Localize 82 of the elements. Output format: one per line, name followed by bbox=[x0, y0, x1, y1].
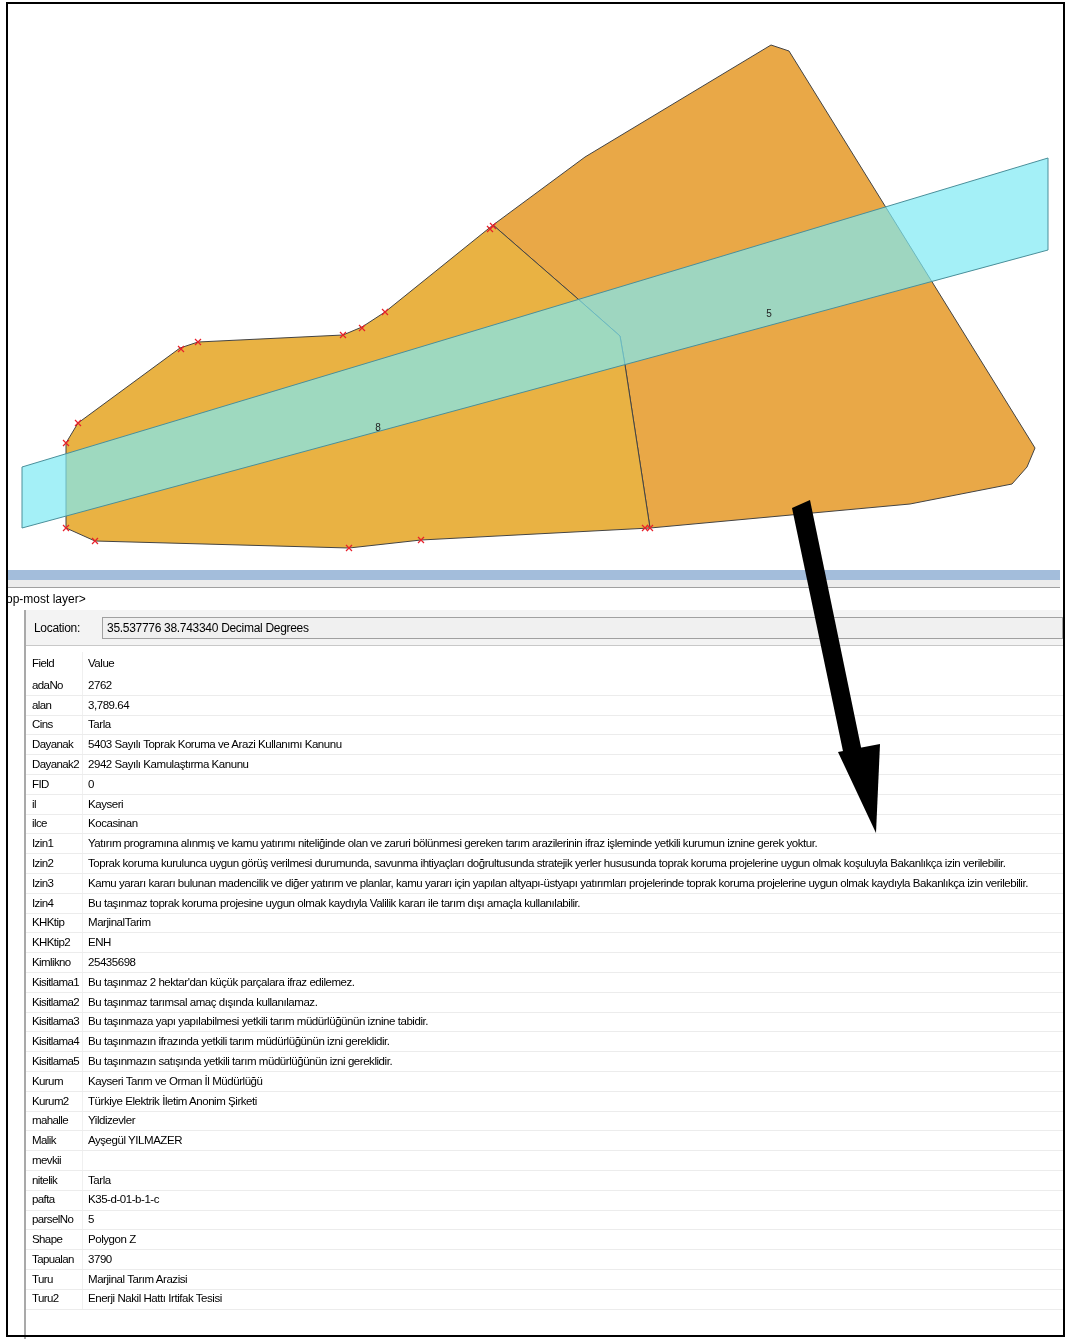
field-name: Kisitlama1 bbox=[32, 974, 80, 990]
field-name: mevkii bbox=[32, 1152, 61, 1168]
field-name: alan bbox=[32, 697, 52, 713]
field-name: Kisitlama2 bbox=[32, 994, 80, 1010]
field-value: Enerji Nakil Hattı Irtifak Tesisi bbox=[88, 1291, 222, 1307]
field-value: Bu taşınmazın ifrazında yetkili tarım müdürlüğünün izni gereklidir. bbox=[88, 1034, 390, 1050]
field-value: Tarla bbox=[88, 1172, 111, 1188]
field-name: adaNo bbox=[32, 677, 63, 693]
field-value: MarjinalTarim bbox=[88, 915, 151, 931]
column-header: Value bbox=[88, 656, 115, 672]
field-value: Kayseri bbox=[88, 796, 124, 812]
field-name: Izin4 bbox=[32, 895, 54, 911]
field-name: Malik bbox=[32, 1133, 56, 1149]
field-value: K35-d-01-b-1-c bbox=[88, 1192, 160, 1208]
parcel-label: 8 bbox=[375, 422, 381, 433]
field-value: Yildizevler bbox=[88, 1113, 136, 1129]
field-value: Bu taşınmaz toprak koruma projesine uygun olmak kaydıyla Valilik kararı ile tarım dışı amaçla kullanılabilir. bbox=[88, 895, 581, 911]
location-label: Location: bbox=[34, 619, 80, 637]
vertex-mark bbox=[177, 345, 185, 353]
field-name: KHKtip2 bbox=[32, 935, 70, 951]
layer-dropdown[interactable]: op-most layer> bbox=[6, 590, 86, 608]
field-name: Kisitlama4 bbox=[32, 1034, 80, 1050]
field-value: 0 bbox=[88, 776, 94, 792]
field-value: ENH bbox=[88, 935, 111, 951]
field-value: 5403 Sayılı Toprak Koruma ve Arazi Kullanımı Kanunu bbox=[88, 737, 342, 753]
field-name: KHKtip bbox=[32, 915, 65, 931]
field-value: Bu taşınmaz tarımsal amaç dışında kullanılamaz. bbox=[88, 994, 318, 1010]
field-name: Kisitlama3 bbox=[32, 1014, 80, 1030]
field-name: Izin1 bbox=[32, 836, 54, 852]
field-value: 3790 bbox=[88, 1251, 112, 1267]
field-value: Bu taşınmazın satışında yetkili tarım müdürlüğünün izni gereklidir. bbox=[88, 1053, 393, 1069]
field-value: Bu taşınmaz 2 hektar'dan küçük parçalara ifraz edilemez. bbox=[88, 974, 355, 990]
location-field[interactable]: 35.537776 38.743340 Decimal Degrees bbox=[102, 616, 1063, 639]
field-name: mahalle bbox=[32, 1113, 69, 1129]
field-value: Marjinal Tarım Arazisi bbox=[88, 1271, 188, 1287]
field-value: Kamu yararı kararı bulunan madencilik ve diğer yatırım ve planlar, kamu yararı için yapılan altyapı-üstyapı yatırımları projelerinde toprak koruma projelerine uygun olmak kaydıyla Bakanlıkça izin verilebilir. bbox=[88, 875, 1028, 891]
field-name: Dayanak2 bbox=[32, 756, 79, 772]
field-name: Kimlikno bbox=[32, 954, 71, 970]
field-value: 2942 Sayılı Kamulaştırma Kanunu bbox=[88, 756, 249, 772]
field-name: pafta bbox=[32, 1192, 55, 1208]
field-value: 5 bbox=[88, 1212, 94, 1228]
field-value: Polygon Z bbox=[88, 1232, 136, 1248]
field-name: parselNo bbox=[32, 1212, 74, 1228]
field-value: Bu taşınmaza yapı yapılabilmesi yetkili tarım müdürlüğünün iznine tabidir. bbox=[88, 1014, 428, 1030]
field-value: Ayşegül YILMAZER bbox=[88, 1133, 182, 1149]
field-name: Shape bbox=[32, 1232, 63, 1248]
vertex-mark bbox=[417, 536, 425, 544]
vertex-mark bbox=[358, 324, 366, 332]
field-value: 2762 bbox=[88, 677, 112, 693]
vertex-mark bbox=[381, 308, 389, 316]
column-header: Field bbox=[32, 656, 54, 672]
field-value: Kayseri Tarım ve Orman İl Müdürlüğü bbox=[88, 1073, 263, 1089]
field-name: Kurum bbox=[32, 1073, 63, 1089]
field-name: Cins bbox=[32, 717, 53, 733]
vertex-mark bbox=[74, 419, 82, 427]
parcel-label: 5 bbox=[766, 308, 772, 319]
field-value: Türkiye Elektrik İletim Anonim Şirketi bbox=[88, 1093, 257, 1109]
field-name: Izin2 bbox=[32, 855, 54, 871]
field-name: Izin3 bbox=[32, 875, 54, 891]
field-name: Dayanak bbox=[32, 737, 74, 753]
field-name: ilce bbox=[32, 816, 47, 832]
field-value: Tarla bbox=[88, 717, 111, 733]
field-name: Kisitlama5 bbox=[32, 1053, 80, 1069]
field-name: Turu bbox=[32, 1271, 53, 1287]
vertex-mark bbox=[62, 524, 70, 532]
field-name: Turu2 bbox=[32, 1291, 59, 1307]
field-value: 3,789.64 bbox=[88, 697, 130, 713]
field-value: Kocasinan bbox=[88, 816, 138, 832]
corridor-polygon[interactable] bbox=[21, 157, 1049, 529]
vertex-mark bbox=[345, 544, 353, 552]
vertex-mark bbox=[339, 331, 347, 339]
vertex-mark bbox=[194, 338, 202, 346]
field-value: Yatırım programına alınmış ve kamu yatırımı niteliğinde olan ve zaruri bölünmesi gereken tarım arazilerinin ifraz işleminde yetkili kurumun iznine gerek yoktur. bbox=[88, 836, 818, 852]
field-name: il bbox=[32, 796, 36, 812]
field-name: Kurum2 bbox=[32, 1093, 69, 1109]
field-value: Toprak koruma kurulunca uygun görüş verilmesi durumunda, savunma ihtiyaçları doğrultusunda stratejik yerler hususunda toprak koruma projelerine uygun olmak koşuluyla Bakanlıkça izin verilebilir. bbox=[88, 855, 1006, 871]
vertex-mark bbox=[91, 537, 99, 545]
field-name: FID bbox=[32, 776, 49, 792]
field-name: Tapualan bbox=[32, 1251, 74, 1267]
field-value: 25435698 bbox=[88, 954, 136, 970]
field-name: nitelik bbox=[32, 1172, 58, 1188]
vertex-mark bbox=[62, 439, 70, 447]
